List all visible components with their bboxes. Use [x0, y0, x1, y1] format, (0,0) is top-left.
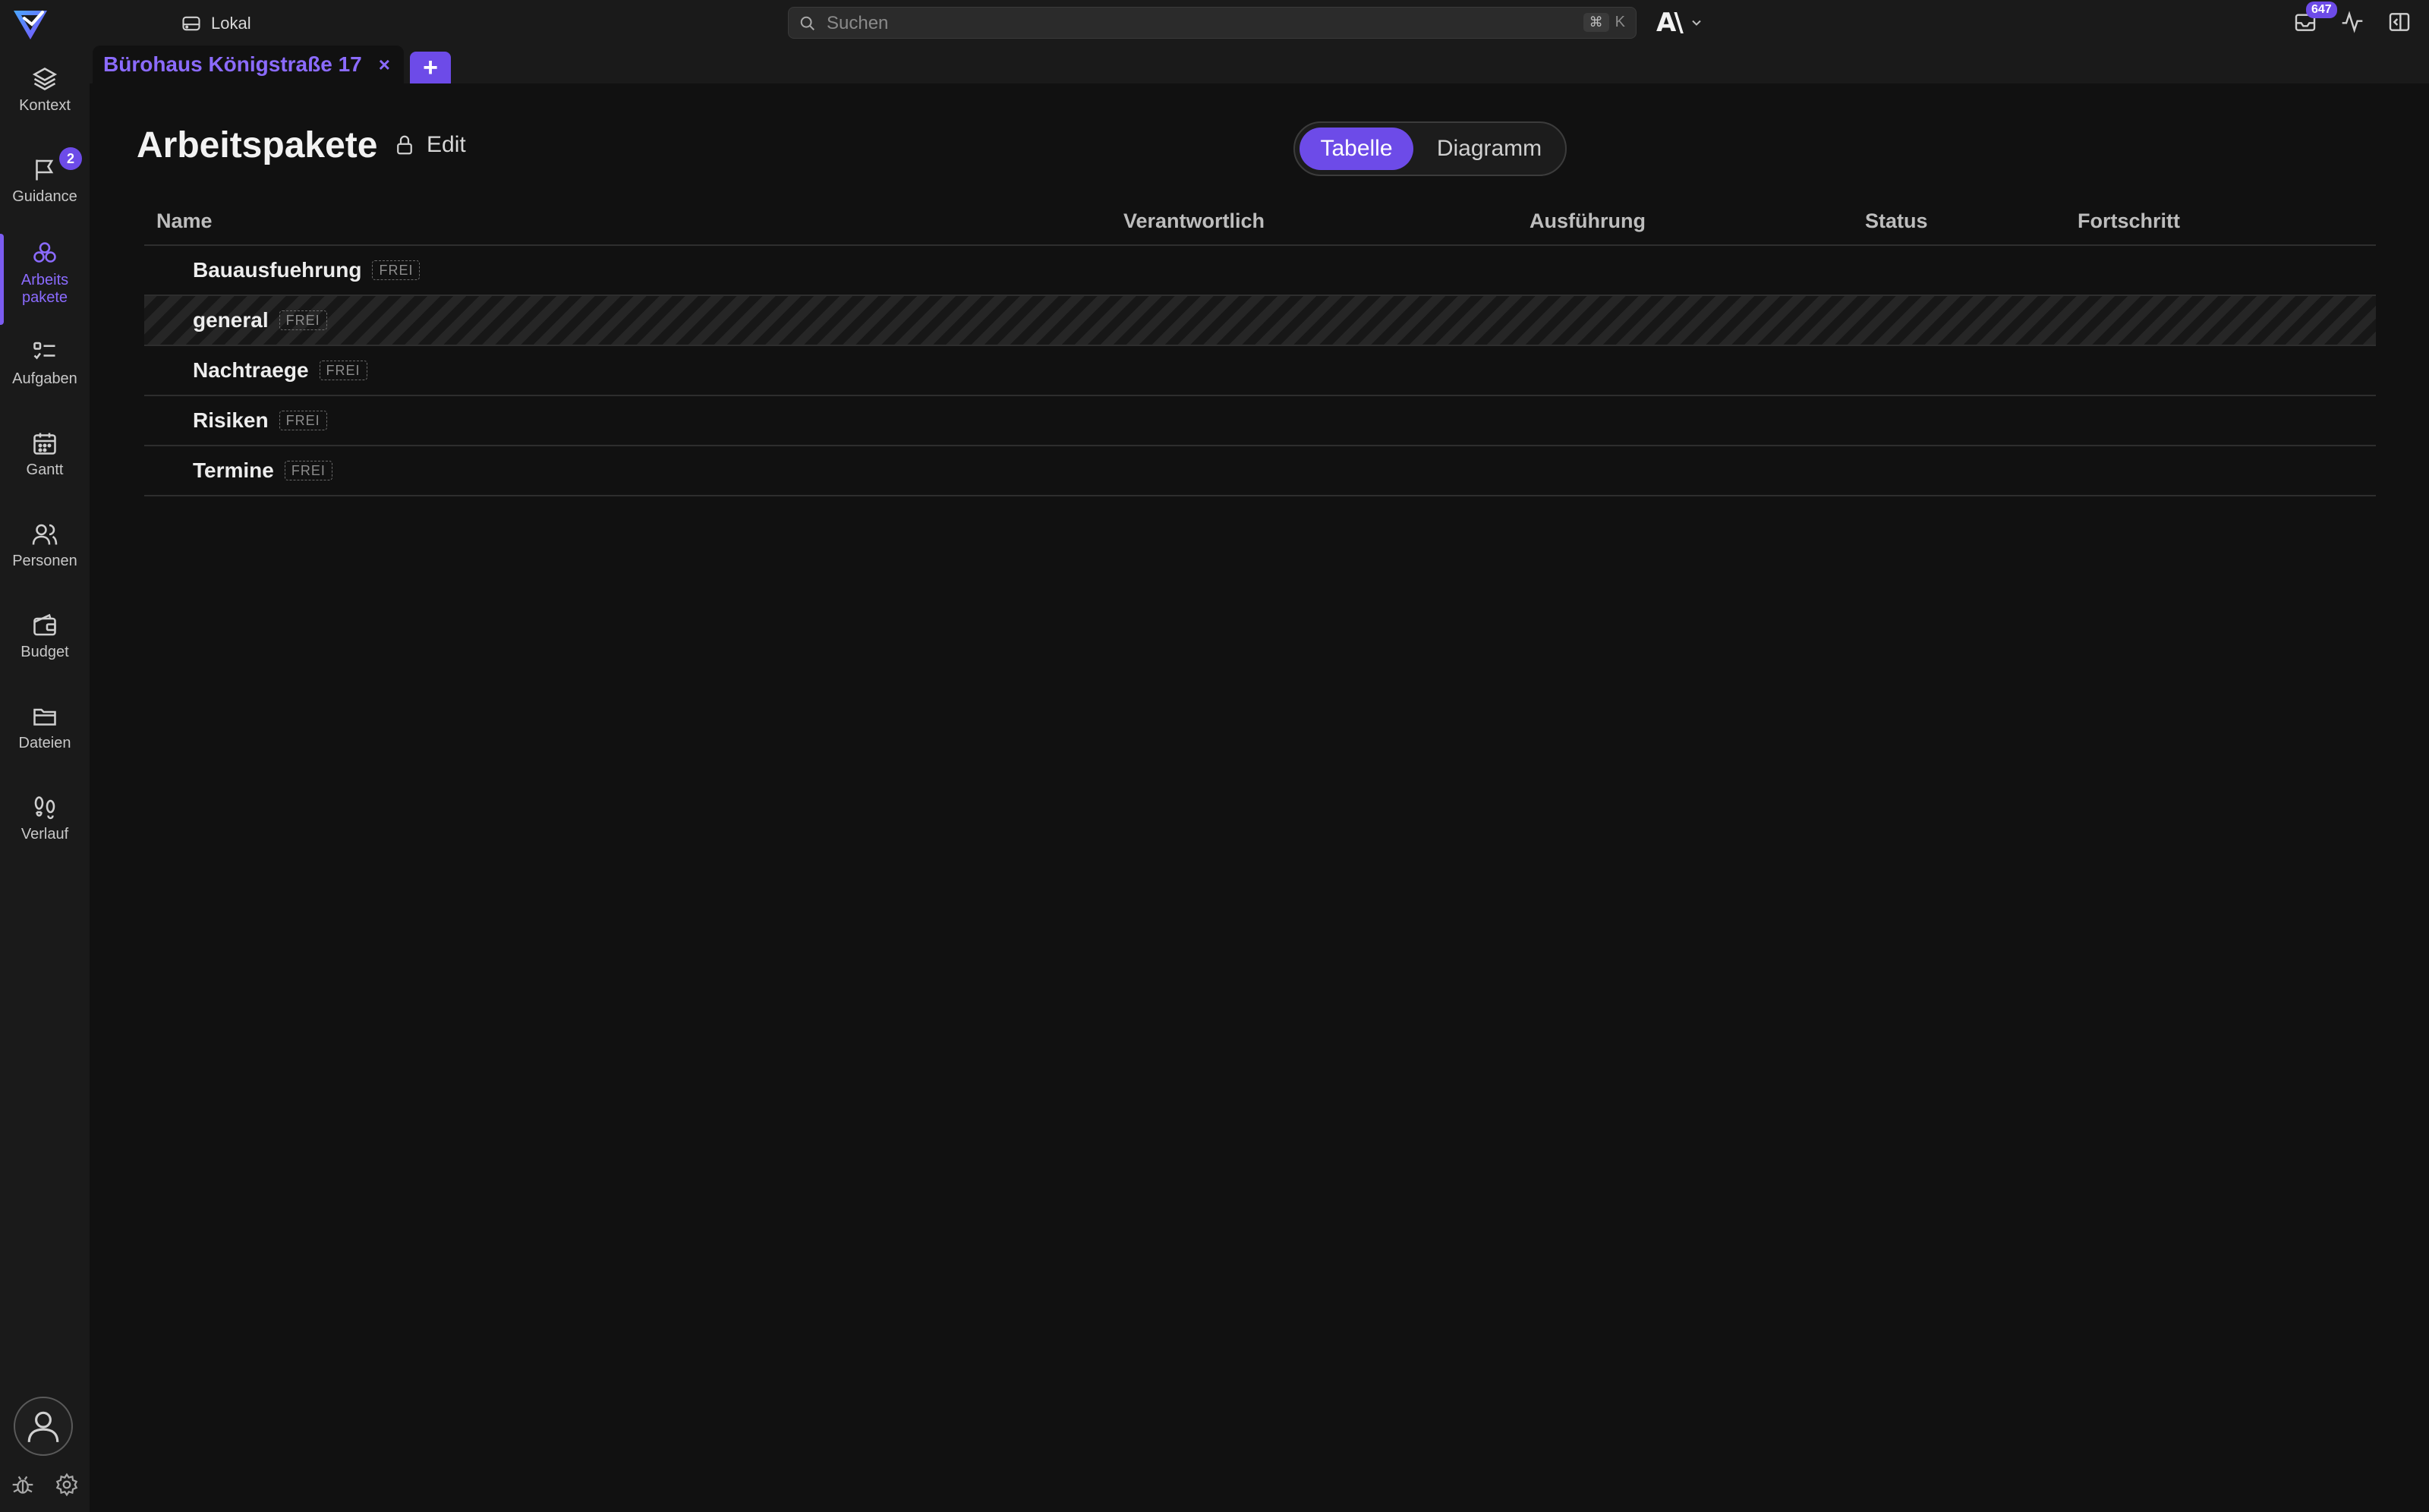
shortcut-key-k: K — [1615, 14, 1625, 30]
sidebar-item-dateien[interactable]: Dateien — [0, 703, 90, 752]
search-shortcut-hint: ⌘ K — [1583, 13, 1625, 32]
sidebar-item-gantt[interactable]: Gantt — [0, 430, 90, 479]
search-box[interactable]: ⌘ K — [788, 7, 1637, 39]
lock-icon — [397, 135, 412, 155]
activity-button[interactable] — [2338, 8, 2367, 36]
sidebar-panel-icon — [2389, 13, 2410, 31]
view-toggle: Tabelle Diagramm — [1293, 121, 1567, 176]
add-tab-button[interactable]: + — [410, 52, 451, 83]
edit-label: Edit — [427, 132, 466, 157]
wallet-icon — [33, 613, 56, 636]
sidebar-item-label: Gantt — [26, 461, 64, 478]
drive-icon — [182, 16, 200, 31]
sidebar-item-label: Budget — [20, 644, 69, 660]
tab-buerohaus[interactable]: Bürohaus Königstraße 17 × — [93, 46, 404, 83]
sidebar-item-label: Guidance — [12, 188, 77, 205]
footprints-icon — [34, 796, 55, 820]
shortcut-key-cmd: ⌘ — [1583, 13, 1609, 32]
sidebar-item-label: Personen — [12, 553, 77, 569]
inbox-button[interactable]: 647 — [2291, 2, 2337, 36]
tab-diagramm[interactable]: Diagramm — [1421, 128, 1558, 170]
document-tab-bar: Bürohaus Königstraße 17 × + — [90, 46, 2429, 83]
sidebar-item-label: Dateien — [18, 735, 71, 751]
table-row[interactable]: general FREI — [144, 296, 2376, 346]
sidebar-item-budget[interactable]: Budget — [0, 612, 90, 661]
sidebar-item-label-line1: Arbeits — [20, 272, 69, 288]
status-tag: FREI — [372, 260, 421, 280]
workspace-label: Lokal — [211, 14, 251, 33]
folder-icon — [33, 708, 56, 726]
sidebar-item-label: Verlauf — [20, 826, 69, 843]
table-row[interactable]: Bauausfuehrung FREI — [144, 246, 2376, 296]
bug-report-icon[interactable] — [11, 1473, 35, 1497]
top-right-actions: 647 — [2291, 2, 2414, 36]
organization-menu[interactable]: A\ — [1656, 8, 1704, 38]
sidebar: Kontext 2 Guidance Arbeits pakete Aufgab… — [0, 46, 90, 1512]
sidebar-item-arbeitspakete[interactable]: Arbeits pakete — [0, 234, 90, 325]
edit-button[interactable]: Edit — [393, 132, 466, 158]
sidebar-item-personen[interactable]: Personen — [0, 521, 90, 570]
tab-close-icon[interactable]: × — [379, 53, 390, 77]
column-header-name[interactable]: Name — [156, 202, 213, 244]
search-input[interactable] — [825, 8, 1511, 39]
flag-icon — [36, 159, 54, 181]
column-header-fortschritt[interactable]: Fortschritt — [2078, 202, 2180, 244]
sidebar-item-label-line2: pakete — [21, 289, 68, 306]
sidebar-item-verlauf[interactable]: Verlauf — [0, 794, 90, 843]
packages-icon — [33, 242, 56, 263]
search-icon — [800, 16, 814, 30]
people-icon — [32, 524, 58, 545]
status-tag: FREI — [284, 461, 332, 480]
top-bar: Lokal ⌘ K A\ 647 — [0, 0, 2429, 46]
tab-tabelle[interactable]: Tabelle — [1300, 128, 1413, 170]
guidance-count-badge: 2 — [59, 147, 82, 170]
organization-logo: A\ — [1656, 8, 1684, 38]
sidebar-item-label: Aufgaben — [12, 370, 77, 387]
sidebar-item-aufgaben[interactable]: Aufgaben — [0, 339, 90, 388]
page-title: Arbeitspakete — [137, 125, 378, 165]
table-row[interactable]: Termine FREI — [144, 446, 2376, 496]
activity-icon — [2342, 11, 2363, 33]
chevron-down-icon — [1692, 20, 1701, 26]
sidebar-item-kontext[interactable]: Kontext — [0, 65, 90, 115]
table-row[interactable]: Risiken FREI — [144, 396, 2376, 446]
row-name: Risiken — [193, 408, 269, 432]
column-header-verantwortlich[interactable]: Verantwortlich — [1123, 202, 1265, 244]
inbox-count-badge: 647 — [2306, 2, 2337, 18]
row-name: Termine — [193, 458, 274, 482]
status-tag: FREI — [279, 310, 327, 330]
column-header-ausfuehrung[interactable]: Ausführung — [1530, 202, 1646, 244]
column-header-status[interactable]: Status — [1865, 202, 1928, 244]
user-avatar[interactable] — [14, 1397, 73, 1456]
app-logo-icon[interactable] — [12, 6, 49, 43]
sidebar-item-guidance[interactable]: 2 Guidance — [0, 147, 90, 206]
row-name: Bauausfuehrung — [193, 258, 362, 282]
status-tag: FREI — [319, 361, 367, 380]
tab-label: Bürohaus Königstraße 17 — [103, 52, 362, 76]
workspace-selector[interactable]: Lokal — [181, 11, 251, 36]
table-row[interactable]: Nachtraege FREI — [144, 346, 2376, 396]
panel-toggle-button[interactable] — [2385, 8, 2414, 36]
row-name: general — [193, 308, 269, 332]
sidebar-item-label: Kontext — [19, 97, 71, 114]
layers-icon — [32, 68, 58, 90]
calendar-icon — [33, 433, 56, 455]
row-name: Nachtraege — [193, 358, 309, 382]
user-icon — [27, 1411, 59, 1442]
checklist-icon — [33, 342, 55, 360]
settings-gear-icon[interactable] — [55, 1473, 79, 1497]
status-tag: FREI — [279, 411, 327, 430]
